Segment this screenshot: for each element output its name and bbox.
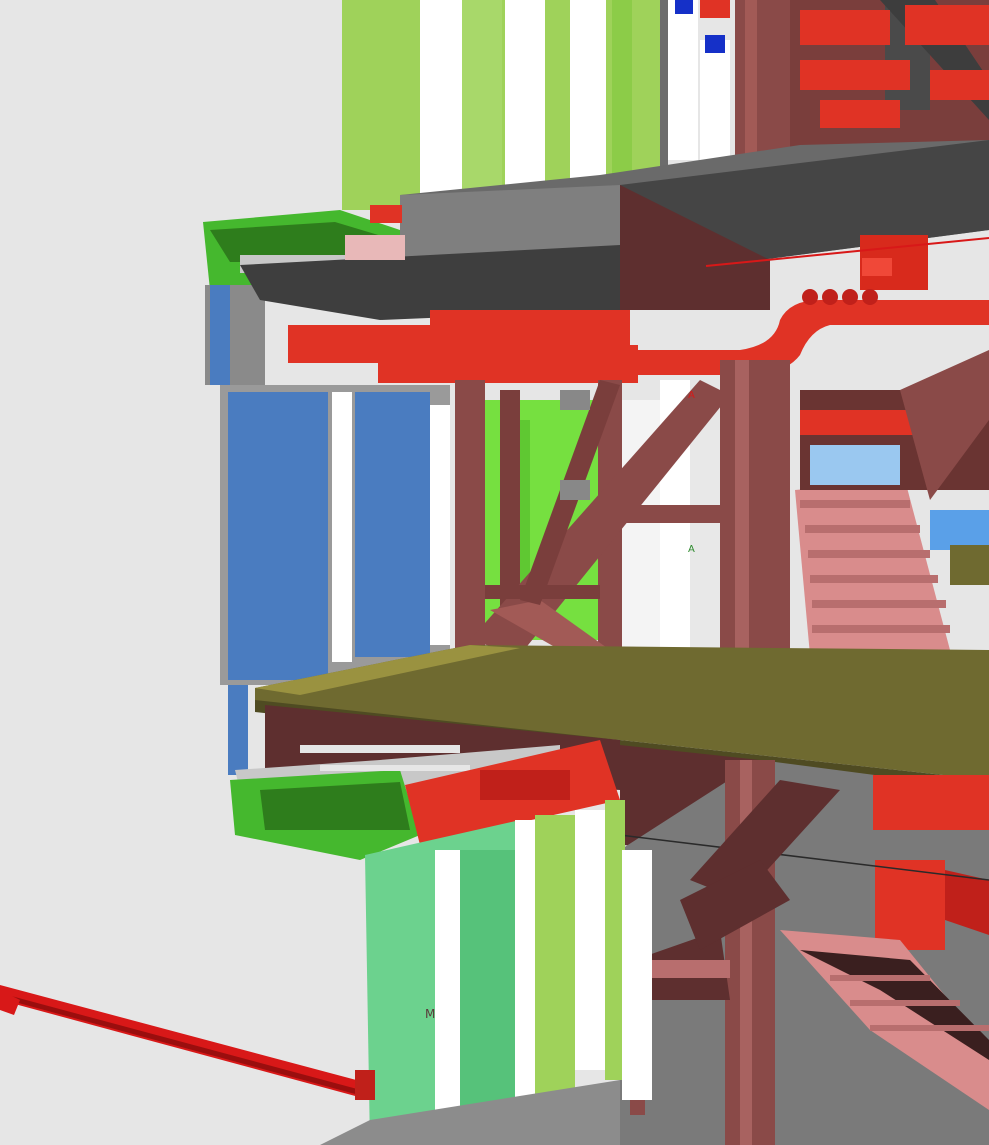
fixture-icon (675, 0, 693, 14)
bim-3d-viewport[interactable]: M A A (0, 0, 989, 1145)
brace-marker-label-2: A (688, 544, 695, 555)
fixture-icon (705, 35, 725, 53)
brace-marker-label: A (688, 390, 695, 401)
glass-marker-label: M (425, 1007, 435, 1021)
